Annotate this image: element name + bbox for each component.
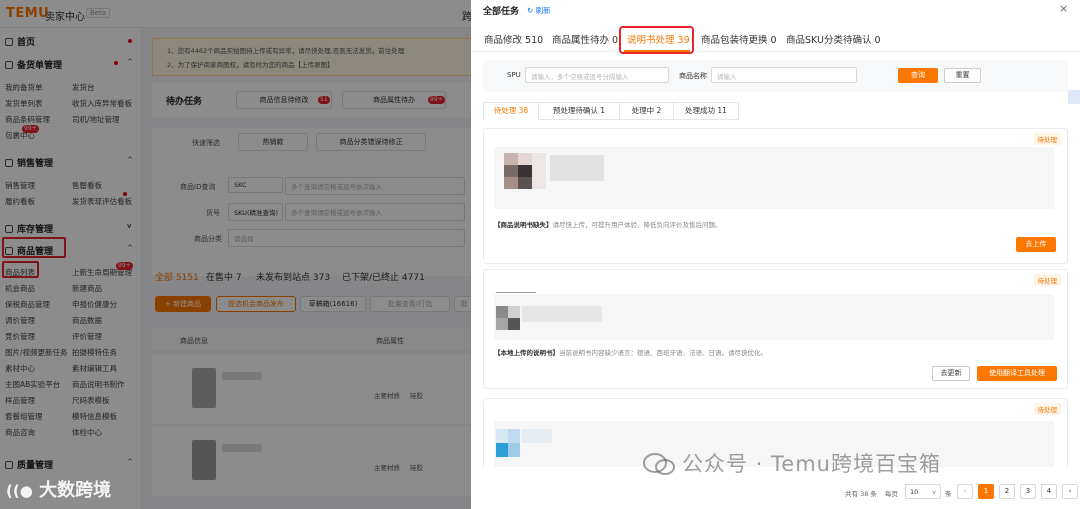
spu-input[interactable]: 请输入，多个空格或逗号分隔输入: [525, 67, 669, 83]
refresh-button[interactable]: ↻ 刷新: [527, 5, 551, 16]
logo-icon: ((●: [6, 482, 33, 500]
page-button[interactable]: 1: [978, 484, 994, 499]
blurred-thumbnail: [504, 177, 518, 189]
modal-overlay[interactable]: [0, 0, 471, 509]
blurred-text: [522, 306, 602, 322]
tab-attribute-todo[interactable]: 商品属性待办 0: [552, 32, 618, 46]
blurred-thumbnail: [504, 153, 518, 165]
blurred-text: [550, 155, 604, 181]
chevron-down-icon: v: [932, 488, 936, 496]
blurred-thumbnail: [518, 165, 532, 177]
page-button[interactable]: 3: [1020, 484, 1036, 499]
page-button[interactable]: 2: [999, 484, 1015, 499]
product-preview: [494, 292, 1054, 340]
blurred-thumbnail: [496, 443, 508, 457]
per-page-unit: 条: [945, 490, 952, 498]
close-icon[interactable]: ×: [1059, 2, 1068, 15]
reset-button[interactable]: 重置: [944, 68, 981, 83]
translate-tool-button[interactable]: 使用翻译工具处理: [977, 366, 1057, 381]
task-tabs: 商品修改 510 商品属性待办 0 说明书处理 39 商品包装待更换 0 商品S…: [471, 22, 1080, 52]
next-page-button[interactable]: ›: [1062, 484, 1078, 499]
task-card: 待处理 【商品说明书缺失】请尽快上传，可提升用户体验、降低负向评价及售后问题。 …: [483, 128, 1068, 264]
subtab-pre-confirm[interactable]: 预处理待确认 1: [538, 102, 620, 120]
watermark-logo: ((● 大数跨境: [6, 480, 112, 501]
tab-product-modify[interactable]: 商品修改 510: [484, 32, 543, 46]
per-page-label: 每页: [885, 490, 898, 498]
refresh-icon: ↻: [527, 6, 536, 15]
subtab-success[interactable]: 处理成功 11: [673, 102, 739, 120]
blurred-thumbnail: [508, 306, 520, 318]
query-button[interactable]: 查询: [898, 68, 938, 83]
wechat-icon: [643, 453, 675, 475]
page-button[interactable]: 4: [1041, 484, 1057, 499]
status-tag: 待处理: [1033, 133, 1061, 145]
blurred-thumbnail: [518, 177, 532, 189]
edge-decoration: [1068, 90, 1080, 104]
task-list: 待处理 【商品说明书缺失】请尽快上传，可提升用户体验、降低负向评价及售后问题。 …: [483, 128, 1068, 468]
issue-text: 【商品说明书缺失】请尽快上传，可提升用户体验、降低负向评价及售后问题。: [494, 221, 722, 229]
blurred-thumbnail: [508, 318, 520, 330]
blurred-thumbnail: [504, 165, 518, 177]
tab-package-replace[interactable]: 商品包装待更换 0: [701, 32, 777, 46]
blurred-thumbnail: [496, 318, 508, 330]
blurred-text: [522, 429, 552, 443]
spu-label: SPU: [507, 71, 521, 79]
status-tag: 待处理: [1033, 274, 1061, 286]
blurred-thumbnail: [496, 306, 508, 318]
active-tab-indicator: [624, 50, 690, 52]
drawer-title: 全部任务: [483, 7, 520, 17]
divider-line: [496, 292, 536, 293]
upload-button[interactable]: 去上传: [1016, 237, 1056, 252]
blurred-thumbnail: [532, 153, 546, 189]
product-preview: [494, 147, 1054, 209]
blurred-thumbnail: [508, 429, 520, 443]
update-button[interactable]: 去更新: [932, 366, 970, 381]
blurred-thumbnail: [508, 443, 520, 457]
issue-text: 【本地上传的说明书】当前说明书内容缺少语言：德语、西班牙语、法语、日语。请尽快优…: [494, 349, 767, 357]
page-size-select[interactable]: 10 v: [905, 484, 941, 499]
subtab-processing[interactable]: 处理中 2: [619, 102, 674, 120]
subtab-pending[interactable]: 待处理 38: [483, 102, 539, 120]
task-card: 待处理 【本地上传的说明书】当前说明书内容缺少语言：德语、西班牙语、法语、日语。…: [483, 269, 1068, 389]
total-count: 共有 38 条: [845, 490, 877, 498]
tab-sku-category-confirm[interactable]: 商品SKU分类待确认 0: [786, 32, 881, 46]
watermark-text: 公众号 · Temu跨境百宝箱: [682, 452, 941, 476]
prev-page-button[interactable]: ‹: [957, 484, 973, 499]
status-tag: 待处理: [1033, 403, 1061, 415]
blurred-thumbnail: [518, 153, 532, 165]
product-name-label: 商品名称: [679, 72, 707, 80]
task-drawer: 全部任务 ↻ 刷新 × 商品修改 510 商品属性待办 0 说明书处理 39 商…: [471, 0, 1080, 509]
blurred-thumbnail: [496, 429, 508, 443]
product-name-input[interactable]: 请输入: [711, 67, 857, 83]
